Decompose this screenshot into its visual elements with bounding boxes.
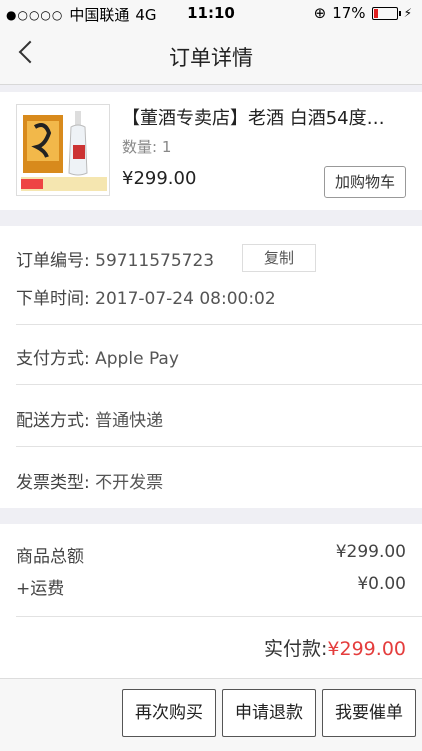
order-info: 订单编号: 59711575723 复制 下单时间: 2017-07-24 08… — [0, 226, 422, 508]
copy-button[interactable]: 复制 — [242, 244, 316, 272]
action-bar: 再次购买 申请退款 我要催单 — [0, 678, 422, 751]
battery-percent: 17% — [332, 4, 366, 22]
payment-value: Apple Pay — [95, 349, 179, 369]
product-title[interactable]: 【董酒专卖店】老酒 白酒54度… — [122, 104, 407, 130]
paid-value: ¥299.00 — [327, 638, 406, 660]
order-time-row: 下单时间: 2017-07-24 08:00:02 — [16, 284, 276, 309]
invoice-label: 发票类型: — [16, 473, 90, 493]
divider — [16, 616, 422, 617]
order-number-label: 订单编号: — [16, 251, 90, 271]
shipping-value: ¥0.00 — [357, 574, 406, 594]
goods-total-row: 商品总额 ¥299.00 — [16, 542, 406, 567]
add-to-cart-button[interactable]: 加购物车 — [324, 166, 406, 198]
shipping-label: +运费 — [16, 579, 65, 599]
charging-icon: ⚡ — [403, 6, 412, 20]
payment-row: 支付方式: Apple Pay — [16, 344, 179, 369]
battery-icon — [371, 6, 401, 20]
order-time-value: 2017-07-24 08:00:02 — [95, 289, 276, 309]
divider — [16, 384, 422, 385]
payment-label: 支付方式: — [16, 349, 90, 369]
paid-label: 实付款: — [264, 638, 328, 660]
status-bar: ●○○○○ 中国联通 4G 11:10 ⊕ 17% ⚡ — [0, 0, 422, 28]
paid-amount: 实付款:¥299.00 — [264, 634, 406, 661]
divider — [16, 446, 422, 447]
order-totals: 商品总额 ¥299.00 +运费 ¥0.00 实付款:¥299.00 — [0, 524, 422, 678]
order-number-value: 59711575723 — [95, 251, 215, 271]
buy-again-button[interactable]: 再次购买 — [122, 689, 216, 737]
invoice-value: 不开发票 — [95, 473, 164, 493]
delivery-value: 普通快递 — [95, 411, 164, 431]
refund-button[interactable]: 申请退款 — [222, 689, 316, 737]
invoice-row: 发票类型: 不开发票 — [16, 468, 163, 493]
product-image[interactable] — [16, 104, 110, 196]
order-number-row: 订单编号: 59711575723 — [16, 246, 214, 271]
goods-total-value: ¥299.00 — [335, 542, 406, 562]
order-time-label: 下单时间: — [16, 289, 90, 309]
shipping-row: +运费 ¥0.00 — [16, 574, 406, 599]
product-card[interactable]: 【董酒专卖店】老酒 白酒54度… 数量: 1 ¥299.00 加购物车 — [0, 92, 422, 210]
delivery-row: 配送方式: 普通快递 — [16, 406, 163, 431]
urge-order-button[interactable]: 我要催单 — [322, 689, 416, 737]
rotation-lock-icon: ⊕ — [313, 4, 327, 22]
nav-bar: 订单详情 — [0, 28, 422, 85]
page-title: 订单详情 — [169, 46, 253, 70]
divider — [16, 324, 422, 325]
product-price: ¥299.00 — [122, 168, 197, 189]
goods-total-label: 商品总额 — [16, 547, 84, 567]
delivery-label: 配送方式: — [16, 411, 90, 431]
product-quantity: 数量: 1 — [122, 138, 172, 156]
